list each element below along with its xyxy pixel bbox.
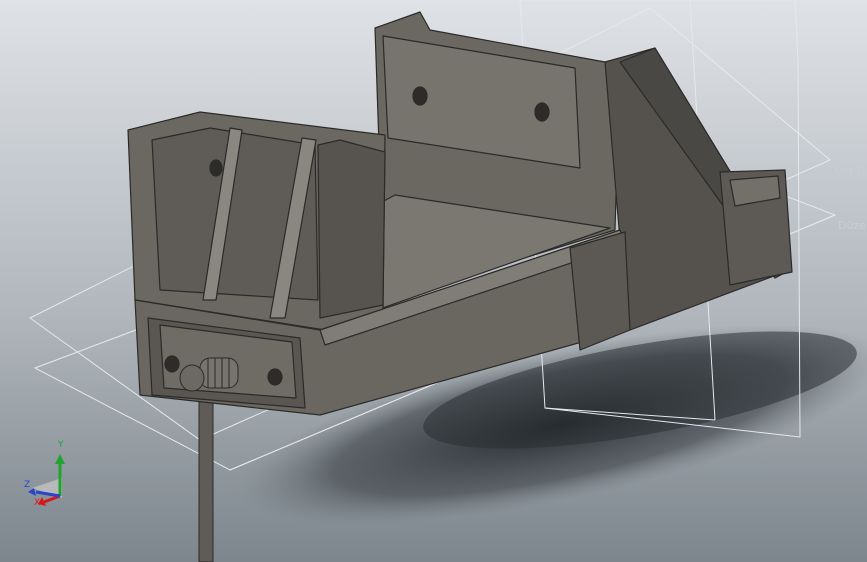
- y-axis-label: Y: [58, 440, 64, 450]
- hole-rear-right: [534, 102, 550, 122]
- hole-front-left: [164, 355, 180, 373]
- hole-box: [209, 159, 223, 177]
- rear-block: [569, 231, 631, 351]
- orientation-triad: Y Z X: [22, 440, 72, 510]
- graphics-viewport[interactable]: Üst D Düze Y Z X: [0, 0, 867, 562]
- z-axis-label: Z: [24, 480, 31, 490]
- model-view[interactable]: [0, 0, 867, 562]
- y-axis-arrow: [55, 454, 65, 464]
- hole-rear-left: [412, 86, 428, 106]
- front-plane-label: Düze: [838, 219, 866, 232]
- triad-graphic: [28, 454, 65, 506]
- x-axis-label: X: [34, 498, 41, 508]
- top-plane-label: Üst D: [835, 164, 866, 177]
- hole-front-right: [267, 368, 283, 386]
